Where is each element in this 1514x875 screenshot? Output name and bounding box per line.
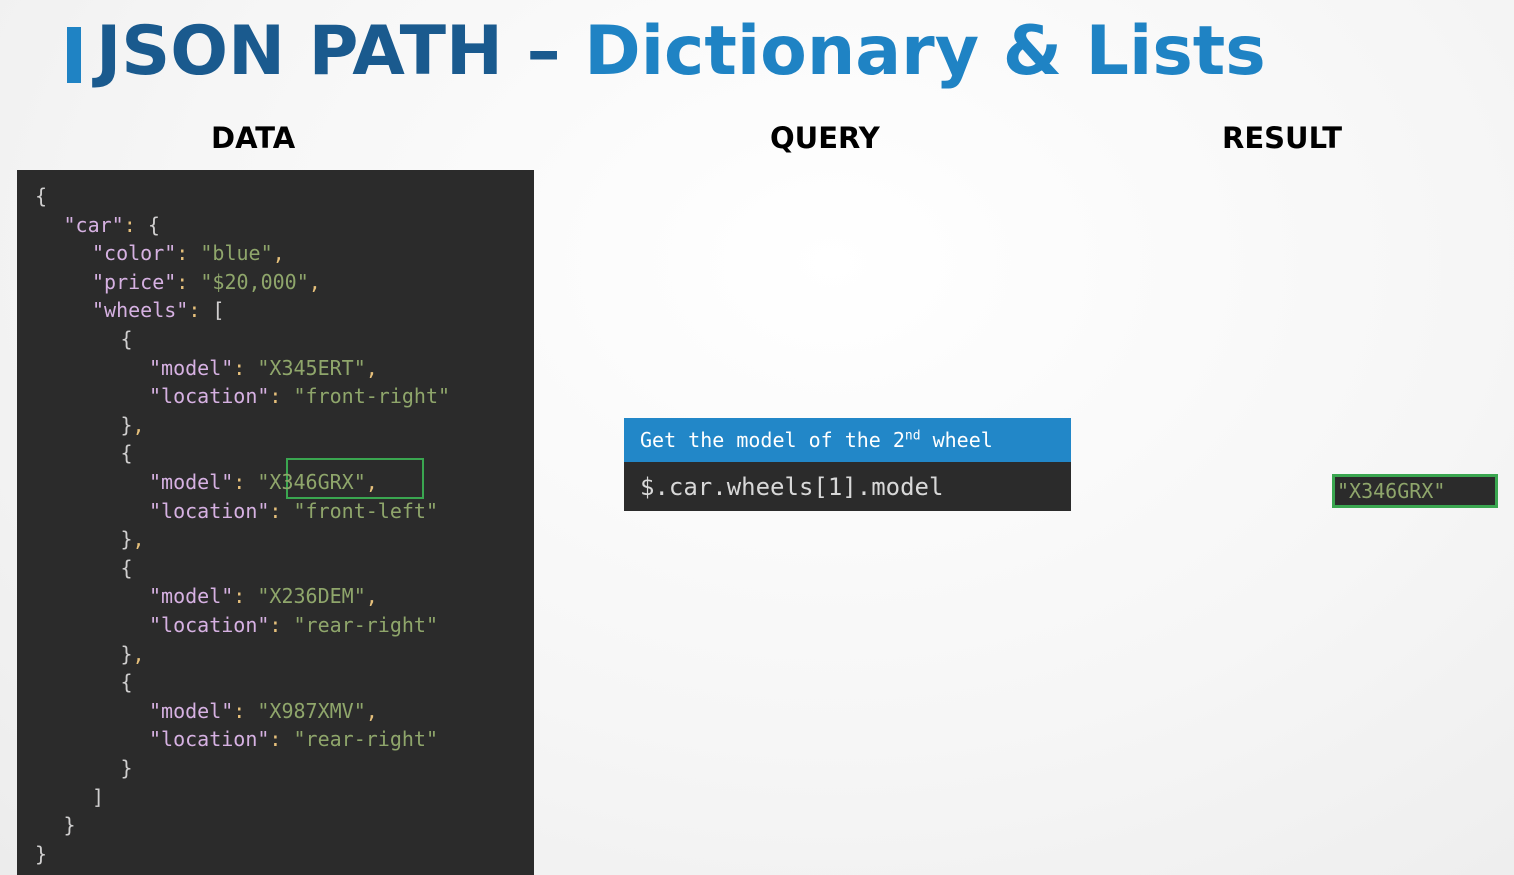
- column-heading-query: QUERY: [770, 121, 880, 155]
- code-line: "location": "rear-right": [149, 727, 439, 752]
- title-main: JSON PATH: [96, 12, 503, 91]
- code-line: }: [120, 756, 133, 780]
- result-value: "X346GRX": [1332, 474, 1498, 508]
- code-line: }: [63, 813, 76, 838]
- code-line: },: [120, 412, 145, 437]
- query-panel: Get the model of the 2nd wheel $.car.whe…: [624, 418, 1071, 511]
- title-subtitle: Dictionary & Lists: [584, 12, 1266, 91]
- code-line: ]: [92, 784, 105, 809]
- title-accent-bar: [67, 27, 81, 83]
- code-line: "model": "X345ERT",: [149, 355, 378, 380]
- json-data-panel: { "car": { "color": "blue", "price": "$20,0…: [17, 170, 534, 875]
- query-prompt: Get the model of the 2nd wheel: [624, 418, 1071, 462]
- code-line: "model": "X987XMV",: [149, 698, 378, 723]
- code-line: {: [35, 184, 48, 208]
- code-line: "location": "front-right": [149, 384, 451, 409]
- slide-title: JSON PATH – Dictionary & Lists: [96, 4, 1266, 100]
- code-line: "color": "blue",: [92, 241, 285, 266]
- code-line: "wheels": [: [92, 298, 225, 323]
- column-heading-result: RESULT: [1222, 121, 1343, 155]
- code-line: }: [35, 841, 48, 866]
- title-separator: –: [526, 12, 561, 91]
- query-prompt-text: Get the model of the 2: [640, 428, 905, 452]
- code-line: "model": "X236DEM",: [149, 584, 378, 609]
- code-line: "model": "X346GRX",: [149, 470, 378, 494]
- code-line: {: [120, 441, 133, 466]
- code-line: {: [120, 555, 133, 580]
- code-line: "location": "rear-right": [149, 613, 439, 637]
- query-prompt-suffix: wheel: [920, 428, 993, 452]
- column-heading-data: DATA: [211, 121, 296, 155]
- code-line: },: [120, 527, 145, 552]
- query-prompt-ordinal: nd: [904, 428, 921, 444]
- code-line: },: [120, 641, 145, 666]
- code-line: "price": "$20,000",: [92, 269, 321, 294]
- code-line: {: [120, 670, 133, 695]
- code-line: "location": "front-left": [149, 498, 439, 523]
- code-line: {: [120, 327, 133, 351]
- code-line: "car": {: [63, 212, 160, 237]
- query-expression: $.car.wheels[1].model: [640, 473, 944, 501]
